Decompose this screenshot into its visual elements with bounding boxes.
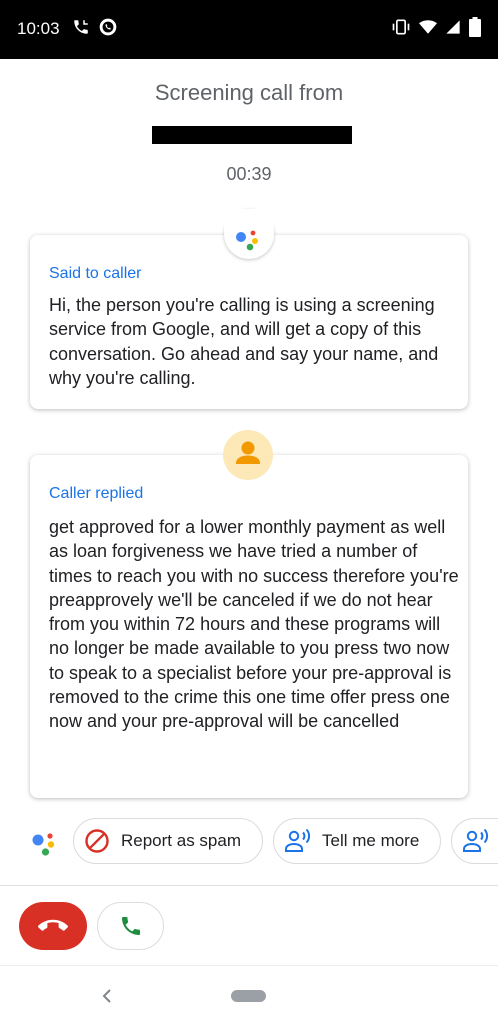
report-spam-label: Report as spam <box>121 831 241 850</box>
whatsapp-icon <box>99 18 117 36</box>
end-call-button[interactable] <box>19 902 87 950</box>
navigation-bar <box>0 965 498 1025</box>
assistant-message-card: Said to caller Hi, the person you're cal… <box>30 235 468 409</box>
caller-message-card: Caller replied get approved for a lower … <box>30 455 468 798</box>
suggestion-chips: Report as spam Tell me more <box>0 815 498 869</box>
battery-icon <box>469 17 481 37</box>
assistant-avatar <box>224 209 274 259</box>
divider <box>0 885 498 886</box>
signal-icon <box>446 20 460 34</box>
google-assistant-icon <box>224 209 274 251</box>
speaking-person-icon <box>463 828 489 852</box>
phone-icon <box>121 917 140 935</box>
wifi-icon <box>419 20 437 34</box>
redacted-caller-number <box>152 126 352 144</box>
caller-message-label: Caller replied <box>49 485 144 502</box>
hang-up-icon <box>38 919 68 931</box>
tell-me-more-label: Tell me more <box>322 831 420 850</box>
phone-call-icon <box>74 20 88 34</box>
speaking-person-icon <box>285 828 311 852</box>
person-icon <box>236 441 260 464</box>
assistant-message-label: Said to caller <box>49 265 142 282</box>
status-time: 10:03 <box>17 19 60 38</box>
block-icon <box>85 829 109 853</box>
caller-avatar <box>223 430 273 480</box>
status-bar: 10:03 <box>0 0 498 59</box>
answer-call-button[interactable] <box>97 902 164 950</box>
back-chevron-icon[interactable] <box>100 985 114 1007</box>
google-assistant-icon <box>32 833 55 856</box>
caller-message-text: get approved for a lower monthly payment… <box>49 517 459 732</box>
tell-me-more-button[interactable]: Tell me more <box>273 818 441 864</box>
more-suggestions-chip[interactable] <box>451 818 498 864</box>
report-spam-button[interactable]: Report as spam <box>73 818 263 864</box>
status-icons-right <box>391 17 481 37</box>
status-icons-left <box>72 17 118 37</box>
call-timer: 00:39 <box>226 164 272 184</box>
screening-title: Screening call from <box>154 80 344 105</box>
assistant-message-text: Hi, the person you're calling is using a… <box>49 295 439 388</box>
vibrate-icon <box>392 19 410 35</box>
home-pill[interactable] <box>231 990 266 1002</box>
